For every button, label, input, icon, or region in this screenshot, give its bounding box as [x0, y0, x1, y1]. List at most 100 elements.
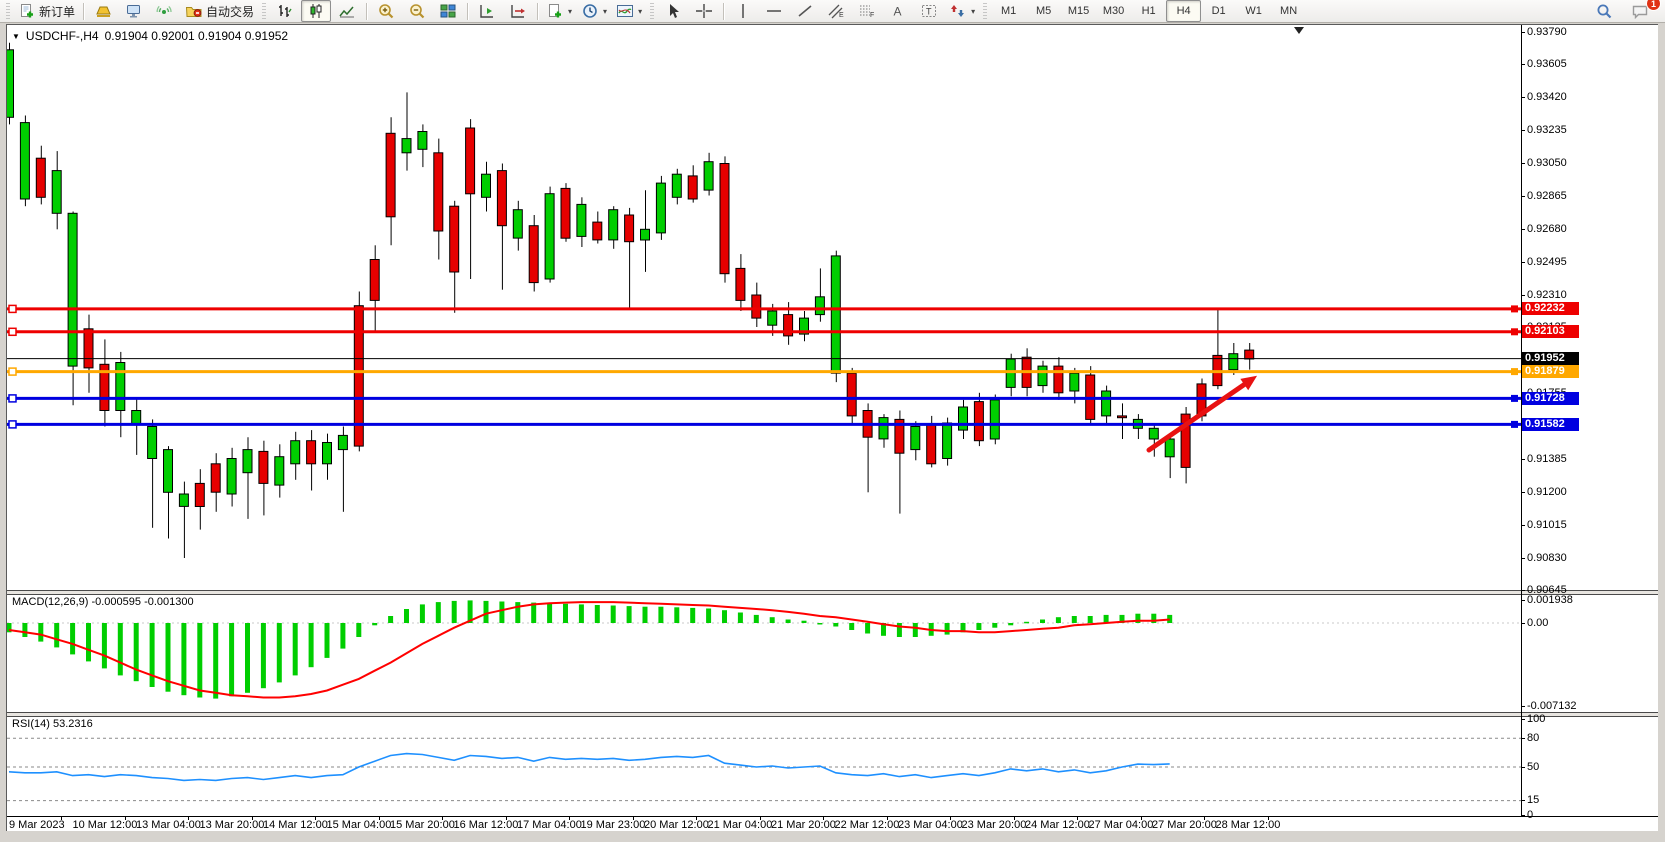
price-line-badge: 0.91582	[1522, 418, 1579, 431]
horizontal-line-button[interactable]	[759, 0, 789, 22]
timeframe-button-M5[interactable]: M5	[1026, 0, 1061, 22]
zoom-in-button[interactable]	[371, 0, 401, 22]
zoom-out-button[interactable]	[402, 0, 432, 22]
new-order-icon	[18, 3, 36, 19]
timeframe-button-M30[interactable]: M30	[1096, 0, 1131, 22]
crosshair-icon	[695, 3, 713, 19]
line-chart-button[interactable]	[332, 0, 362, 22]
timeframe-button-H1[interactable]: H1	[1131, 0, 1166, 22]
price-axis-tickmark	[1521, 64, 1525, 65]
price-line-badge: 0.92232	[1522, 302, 1579, 315]
trendline-button[interactable]	[790, 0, 820, 22]
price-axis-tickmark	[1521, 130, 1525, 131]
cursor-icon	[664, 3, 682, 19]
toolbar-separator	[723, 3, 724, 20]
timeframe-button-M15[interactable]: M15	[1061, 0, 1096, 22]
rsi-axis-tickmark	[1521, 719, 1525, 720]
price-axis-tickmark	[1521, 196, 1525, 197]
rsi-axis-tick: 80	[1527, 732, 1539, 745]
terminal-button[interactable]	[119, 0, 149, 22]
window-edge-left	[0, 23, 6, 842]
chevron-down-icon: ▾	[971, 7, 975, 16]
timeframe-button-D1[interactable]: D1	[1201, 0, 1236, 22]
main-chart-canvas[interactable]	[7, 25, 1521, 590]
pane-splitter[interactable]	[7, 712, 1659, 717]
candlesticks-icon	[307, 3, 325, 19]
arrow-shapes-icon	[949, 3, 967, 19]
add-object-button[interactable]: ▾	[542, 0, 576, 22]
gold-button[interactable]	[88, 0, 118, 22]
gold-ingot-icon	[94, 3, 112, 19]
toolbar-grip[interactable]	[262, 3, 266, 19]
new-order-label: 新订单	[39, 3, 75, 20]
price-line-badge: 0.92103	[1522, 325, 1579, 338]
tile-windows-button[interactable]	[433, 0, 463, 22]
auto-scroll-button[interactable]	[503, 0, 533, 22]
signals-button[interactable]	[150, 0, 180, 22]
rsi-axis-tick: 100	[1527, 713, 1545, 726]
crosshair-button[interactable]	[689, 0, 719, 22]
price-axis-tickmark	[1521, 525, 1525, 526]
macd-pane-canvas[interactable]	[7, 593, 1521, 712]
svg-text:T: T	[926, 7, 932, 17]
autotrade-label: 自动交易	[206, 3, 254, 20]
timeframe-button-M1[interactable]: M1	[991, 0, 1026, 22]
chart-shift-marker[interactable]	[1294, 27, 1304, 34]
toolbar-grip[interactable]	[983, 3, 987, 19]
indicators-button[interactable]: ▾	[612, 0, 646, 22]
rsi-axis-tickmark	[1521, 738, 1525, 739]
timeframe-button-MN[interactable]: MN	[1271, 0, 1306, 22]
chart-shift-button[interactable]	[472, 0, 502, 22]
search-button[interactable]	[1589, 0, 1619, 22]
price-axis-tick: 0.92495	[1527, 256, 1567, 269]
price-axis-tick: 0.93235	[1527, 124, 1567, 137]
rsi-axis-tickmark	[1521, 800, 1525, 801]
terminal-window: 新订单	[0, 0, 1665, 842]
rsi-axis-tick: 0	[1527, 809, 1533, 822]
line-chart-icon	[338, 3, 356, 19]
fibonacci-button[interactable]: F	[852, 0, 882, 22]
channel-button[interactable]: E	[821, 0, 851, 22]
toolbar-grip[interactable]	[6, 3, 10, 19]
horizontal-line-icon	[765, 3, 783, 19]
price-line-badge: 0.91952	[1522, 352, 1579, 365]
chat-button[interactable]: 1	[1625, 0, 1655, 22]
macd-axis-tick: -0.007132	[1527, 700, 1577, 713]
periods-button[interactable]: ▾	[577, 0, 611, 22]
vertical-line-button[interactable]	[728, 0, 758, 22]
pane-splitter[interactable]	[7, 590, 1659, 595]
new-order-button[interactable]: 新订单	[14, 0, 79, 22]
text-label-button[interactable]: T	[914, 0, 944, 22]
toolbar-separator	[467, 3, 468, 20]
tile-windows-icon	[439, 3, 457, 19]
clock-icon	[581, 3, 599, 19]
chart-ohlc-values: 0.91904 0.92001 0.91904 0.91952	[105, 29, 289, 43]
price-axis-tick: 0.92680	[1527, 223, 1567, 236]
price-axis-tick: 0.90830	[1527, 552, 1567, 565]
chart-symbol-period: USDCHF-,H4	[26, 29, 99, 43]
rsi-axis-tickmark	[1521, 815, 1525, 816]
notification-badge: 1	[1646, 0, 1661, 11]
monitor-icon	[125, 3, 143, 19]
rsi-pane-canvas[interactable]	[7, 715, 1521, 816]
autotrade-button[interactable]: 自动交易	[181, 0, 258, 22]
toolbar-grip[interactable]	[650, 3, 654, 19]
zoom-in-icon	[377, 3, 395, 19]
price-axis-tick: 0.93605	[1527, 58, 1567, 71]
price-axis-tickmark	[1521, 558, 1525, 559]
timeframe-button-W1[interactable]: W1	[1236, 0, 1271, 22]
rsi-indicator-label: RSI(14) 53.2316	[12, 718, 93, 730]
bar-chart-button[interactable]	[270, 0, 300, 22]
fibonacci-icon: F	[858, 3, 876, 19]
cursor-button[interactable]	[658, 0, 688, 22]
macd-axis-tickmark	[1521, 600, 1525, 601]
chart-shift-icon	[478, 3, 496, 19]
candle-chart-button[interactable]	[301, 0, 331, 22]
arrows-tool-button[interactable]: ▾	[945, 0, 979, 22]
price-axis-tickmark	[1521, 32, 1525, 33]
chart-menu-icon[interactable]: ▼	[12, 32, 20, 41]
svg-text:A: A	[894, 5, 902, 19]
text-button[interactable]: A	[883, 0, 913, 22]
price-axis-tickmark	[1521, 459, 1525, 460]
timeframe-button-H4[interactable]: H4	[1166, 0, 1201, 22]
